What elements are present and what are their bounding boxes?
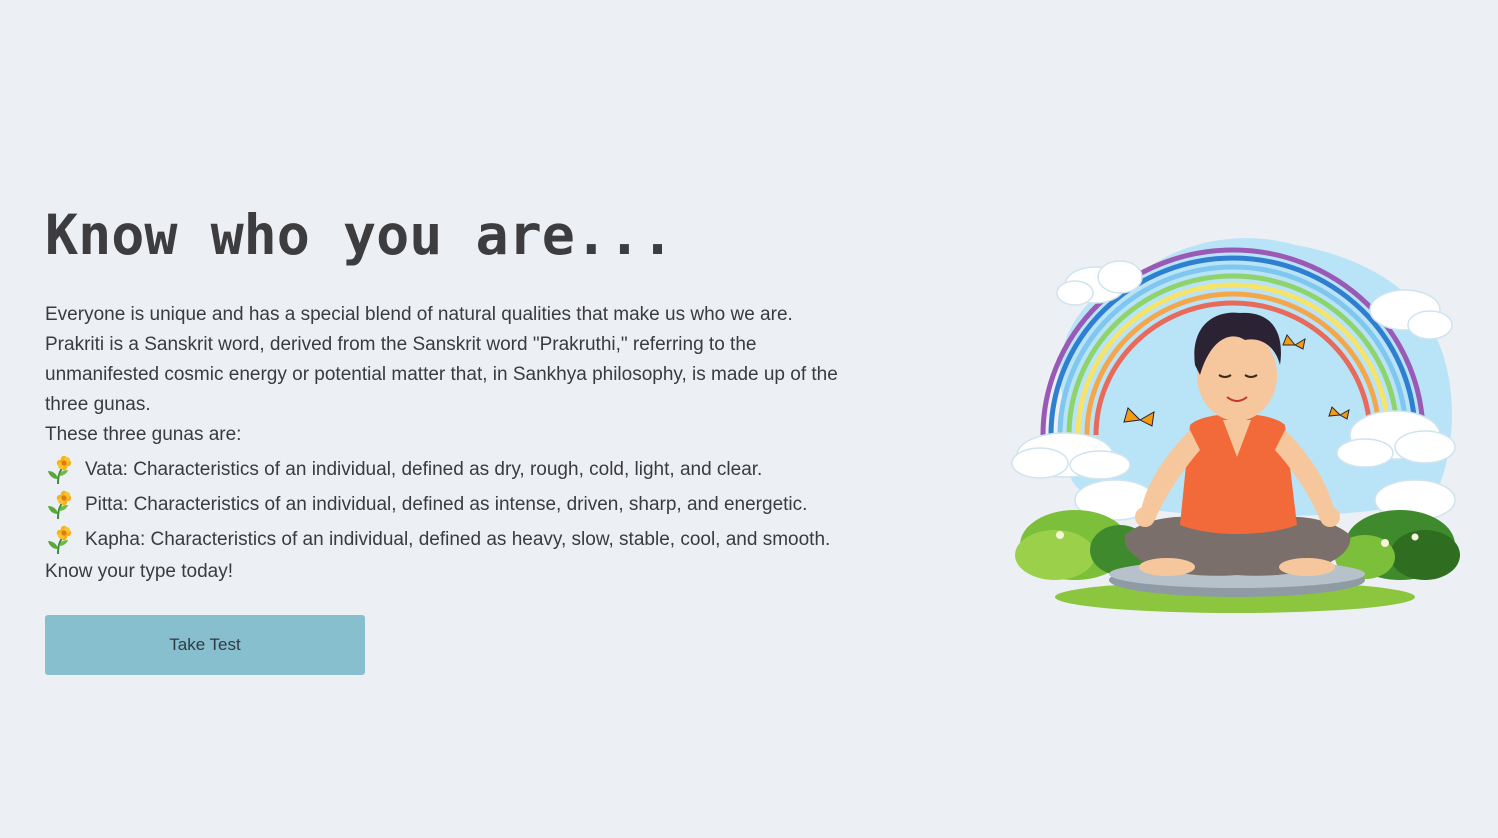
seedling-flower-icon <box>48 490 72 519</box>
meditating-boy-rainbow-illustration <box>1011 238 1460 613</box>
seedling-flower-icon <box>48 525 72 554</box>
guna-item-vata: Vata: Characteristics of an individual, … <box>45 452 915 487</box>
guna-text: Kapha: Characteristics of an individual,… <box>85 529 831 550</box>
take-test-button[interactable]: Take Test <box>45 615 365 675</box>
closing-text: Know your type today! <box>45 561 233 582</box>
guna-item-pitta: Pitta: Characteristics of an individual,… <box>45 487 915 522</box>
gunas-intro: These three gunas are: <box>45 424 242 445</box>
gunas-list: Vata: Characteristics of an individual, … <box>45 452 915 557</box>
guna-text: Pitta: Characteristics of an individual,… <box>85 494 808 515</box>
page-title: Know who you are... <box>45 203 675 267</box>
guna-text: Vata: Characteristics of an individual, … <box>85 459 763 480</box>
intro-paragraph: Everyone is unique and has a special ble… <box>45 304 838 415</box>
seedling-flower-icon <box>48 455 72 484</box>
guna-item-kapha: Kapha: Characteristics of an individual,… <box>45 522 915 557</box>
hero-section: Know who you are... Everyone is unique a… <box>45 200 915 675</box>
